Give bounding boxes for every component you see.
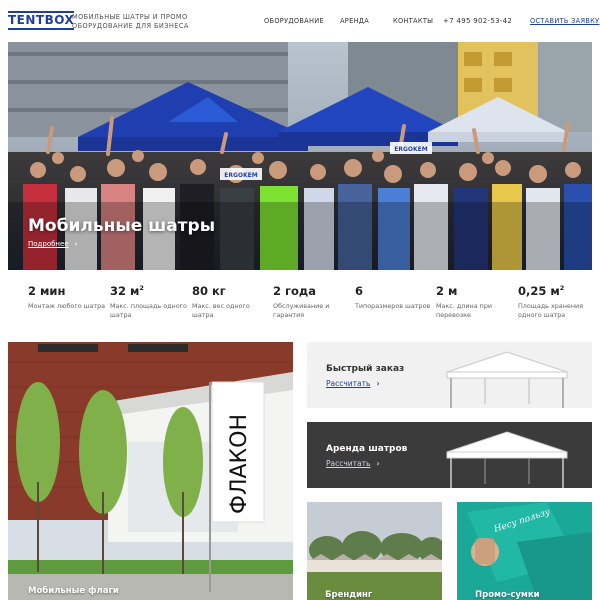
stat-value: 80 кг bbox=[192, 284, 226, 298]
stat-label: Обслуживание и гарантия bbox=[273, 302, 330, 319]
stat-label: Площадь хранения одного шатра bbox=[518, 302, 583, 319]
stat-label: Макс. вес одного шатра bbox=[192, 302, 250, 319]
flags-photo: ФЛАКОН bbox=[8, 342, 293, 600]
quick-order-title: Быстрый заказ bbox=[326, 364, 405, 374]
stat-label: Монтаж любого шатра bbox=[28, 302, 106, 310]
site-header: TENTBOX МОБИЛЬНЫЕ ШАТРЫ И ПРОМО ОБОРУДОВ… bbox=[0, 0, 600, 42]
logo[interactable]: TENTBOX bbox=[8, 11, 75, 30]
tile-branding-title: Брендинг bbox=[325, 590, 373, 600]
hero-banner: ERGOKEM ERGOKEM Мобильные шатры Подробне… bbox=[8, 42, 592, 270]
rent-tents-link-label: Рассчитать bbox=[326, 459, 371, 468]
hero-more-label: Подробнее bbox=[28, 240, 69, 248]
chevron-right-icon: › bbox=[74, 240, 78, 248]
stat-item: 2 года Обслуживание и гарантия bbox=[273, 284, 353, 319]
quick-order-link[interactable]: Рассчитать › bbox=[326, 379, 380, 388]
chevron-right-icon: › bbox=[376, 459, 380, 468]
tent-banner-1: ERGOKEM bbox=[224, 172, 257, 179]
stat-label: Макс. длина при перевозке bbox=[436, 302, 493, 319]
rent-tents-title: Аренда шатров bbox=[326, 444, 408, 454]
stat-item: 2 м Макс. длина при перевозке bbox=[436, 284, 516, 319]
phone-number[interactable]: +7 495 902-53-42 bbox=[443, 17, 512, 25]
stat-item: 0,25 м2 Площадь хранения одного шатра bbox=[518, 284, 598, 319]
stat-item: 80 кг Макс. вес одного шатра bbox=[192, 284, 272, 319]
tile-flags-title: Мобильные флаги bbox=[28, 586, 119, 596]
stat-item: 2 мин Монтаж любого шатра bbox=[28, 284, 108, 311]
nav-contacts[interactable]: КОНТАКТЫ bbox=[393, 17, 433, 25]
tile-quick-order[interactable]: Быстрый заказ Рассчитать › bbox=[307, 342, 592, 408]
tent-white-icon bbox=[446, 431, 568, 488]
stat-label: Типоразмеров шатров bbox=[355, 302, 431, 310]
hero-more-link[interactable]: Подробнее › bbox=[28, 240, 78, 248]
chevron-right-icon: › bbox=[376, 379, 380, 388]
stat-value: 2 года bbox=[273, 284, 316, 298]
stat-label: Макс. площадь одного шатра bbox=[110, 302, 187, 319]
stat-value: 2 м bbox=[436, 284, 458, 298]
stat-item: 6 Типоразмеров шатров bbox=[355, 284, 435, 311]
tile-branding[interactable]: Брендинг bbox=[307, 502, 442, 600]
stat-value: 0,25 м2 bbox=[518, 284, 565, 298]
stat-value: 32 м2 bbox=[110, 284, 144, 298]
hero-title: Мобильные шатры bbox=[28, 216, 216, 236]
quick-order-link-label: Рассчитать bbox=[326, 379, 371, 388]
tile-bags-title: Промо-сумки bbox=[475, 590, 540, 600]
stat-value: 2 мин bbox=[28, 284, 66, 298]
bags-photo: Несу пользу bbox=[457, 502, 592, 600]
tagline: МОБИЛЬНЫЕ ШАТРЫ И ПРОМО ОБОРУДОВАНИЕ ДЛЯ… bbox=[72, 13, 189, 30]
branding-photo bbox=[307, 502, 442, 600]
stat-item: 32 м2 Макс. площадь одного шатра bbox=[110, 284, 190, 319]
nav-equipment[interactable]: ОБОРУДОВАНИЕ bbox=[264, 17, 324, 25]
tent-white-icon bbox=[446, 351, 568, 408]
tile-rent-tents[interactable]: Аренда шатров Рассчитать › bbox=[307, 422, 592, 488]
flag-text: ФЛАКОН bbox=[227, 414, 252, 514]
tile-mobile-flags[interactable]: ФЛАКОН Мобильные флаги bbox=[8, 342, 293, 600]
stat-value: 6 bbox=[355, 284, 364, 298]
tile-promo-bags[interactable]: Несу пользу Промо-сумки bbox=[457, 502, 592, 600]
rent-tents-link[interactable]: Рассчитать › bbox=[326, 459, 380, 468]
request-link[interactable]: ОСТАВИТЬ ЗАЯВКУ bbox=[530, 17, 599, 25]
nav-rent[interactable]: АРЕНДА bbox=[340, 17, 369, 25]
tent-banner-2: ERGOKEM bbox=[394, 146, 427, 153]
